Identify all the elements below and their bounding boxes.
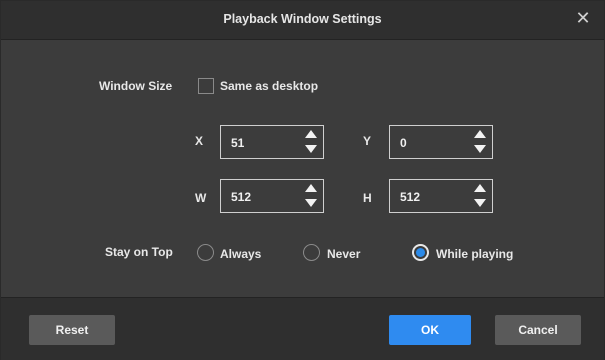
- w-stepper: [305, 183, 319, 209]
- x-increment-icon[interactable]: [305, 130, 317, 138]
- h-label: H: [363, 191, 372, 205]
- radio-always-label: Always: [220, 247, 262, 261]
- h-decrement-icon[interactable]: [474, 199, 486, 207]
- x-label: X: [195, 134, 204, 148]
- radio-never[interactable]: [303, 244, 320, 261]
- y-increment-icon[interactable]: [474, 130, 486, 138]
- same-as-desktop-checkbox[interactable]: [198, 78, 214, 94]
- x-decrement-icon[interactable]: [305, 145, 317, 153]
- x-stepper: [305, 129, 319, 155]
- radio-always[interactable]: [197, 244, 214, 261]
- h-spinbox: [389, 179, 493, 213]
- y-label: Y: [363, 134, 372, 148]
- title-bar: Playback Window Settings ✕: [1, 1, 604, 40]
- x-input[interactable]: [229, 133, 293, 153]
- w-spinbox: [220, 179, 324, 213]
- h-input[interactable]: [398, 187, 462, 207]
- dialog-footer: Reset OK Cancel: [1, 297, 604, 360]
- w-label: W: [195, 191, 207, 205]
- dialog-title: Playback Window Settings: [223, 12, 382, 26]
- radio-never-label: Never: [327, 247, 361, 261]
- x-spinbox: [220, 125, 324, 159]
- w-decrement-icon[interactable]: [305, 199, 317, 207]
- same-as-desktop-label: Same as desktop: [220, 79, 319, 93]
- playback-window-settings-dialog: Playback Window Settings ✕ Window Size S…: [0, 0, 605, 360]
- y-stepper: [474, 129, 488, 155]
- w-input[interactable]: [229, 187, 293, 207]
- h-stepper: [474, 183, 488, 209]
- h-increment-icon[interactable]: [474, 184, 486, 192]
- radio-while-playing[interactable]: [412, 244, 429, 261]
- cancel-button[interactable]: Cancel: [495, 315, 581, 345]
- window-size-label: Window Size: [99, 79, 173, 93]
- y-input[interactable]: [398, 133, 462, 153]
- close-icon[interactable]: ✕: [574, 9, 592, 27]
- reset-button[interactable]: Reset: [29, 315, 115, 345]
- w-increment-icon[interactable]: [305, 184, 317, 192]
- y-decrement-icon[interactable]: [474, 145, 486, 153]
- stay-on-top-label: Stay on Top: [105, 245, 173, 259]
- y-spinbox: [389, 125, 493, 159]
- ok-button[interactable]: OK: [389, 315, 471, 345]
- radio-while-playing-label: While playing: [436, 247, 514, 261]
